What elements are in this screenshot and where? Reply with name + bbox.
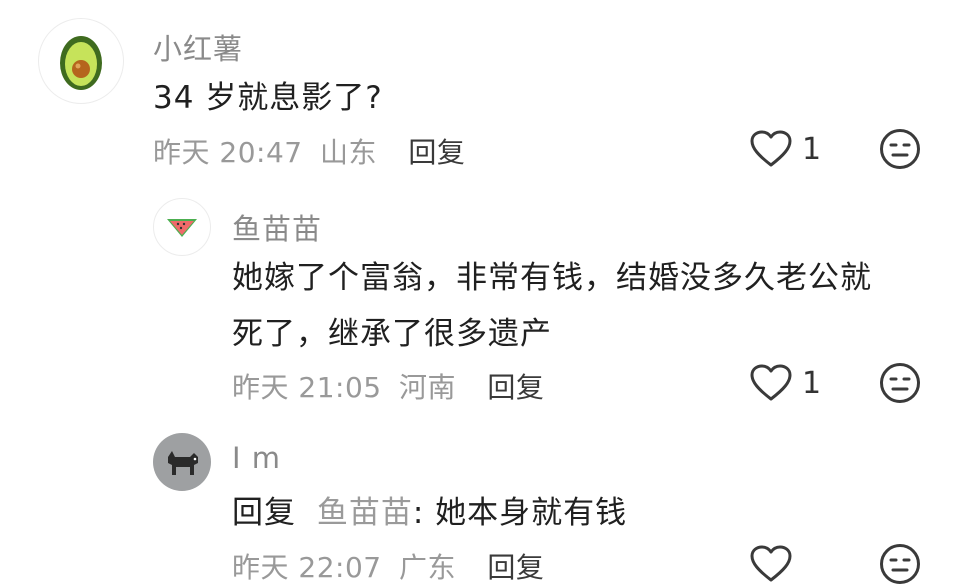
dog-icon — [168, 451, 198, 475]
comment-meta: 昨天 21:05 河南 回复 — [232, 366, 544, 406]
like-count: 1 — [802, 131, 822, 167]
comment-text-body: : 她本身就有钱 — [412, 495, 628, 531]
comment-text-line: 死了，继承了很多遗产 — [232, 316, 552, 352]
reply-button[interactable]: 回复 — [487, 371, 544, 404]
like-button[interactable]: 1 — [750, 364, 821, 402]
heart-icon — [750, 545, 792, 582]
comment-meta: 昨天 22:07 广东 回复 — [232, 546, 544, 586]
avatar[interactable] — [153, 433, 211, 491]
dislike-button[interactable] — [879, 543, 921, 585]
reply-button[interactable]: 回复 — [487, 551, 544, 584]
heart-icon — [750, 130, 792, 167]
like-count: 1 — [802, 365, 822, 401]
reply-button[interactable]: 回复 — [408, 136, 465, 169]
dislike-button[interactable] — [879, 362, 921, 404]
comment-text: 回复 鱼苗苗: 她本身就有钱 — [232, 485, 627, 541]
comment-text: 34 岁就息影了? — [153, 80, 383, 116]
neutral-face-icon — [880, 129, 920, 169]
comment-item: 小红薯 34 岁就息影了? 昨天 20:47 山东 回复 1 — [0, 0, 960, 190]
watermelon-icon — [167, 219, 197, 237]
reply-item: I m 回复 鱼苗苗: 她本身就有钱 昨天 22:07 广东 回复 — [0, 415, 960, 586]
comment-text: 她嫁了个富翁，非常有钱，结婚没多久老公就 死了，继承了很多遗产 — [232, 250, 932, 362]
dislike-button[interactable] — [879, 128, 921, 170]
like-button[interactable] — [750, 545, 802, 583]
comment-time: 昨天 20:47 — [153, 136, 303, 169]
comment-location: 广东 — [399, 551, 457, 584]
comment-meta: 昨天 20:47 山东 回复 — [153, 131, 465, 171]
neutral-face-icon — [880, 544, 920, 584]
comment-text-line: 她嫁了个富翁，非常有钱，结婚没多久老公就 — [232, 260, 872, 296]
heart-icon — [750, 364, 792, 401]
comment-location: 山东 — [320, 136, 378, 169]
reply-to-user[interactable]: 鱼苗苗 — [317, 495, 413, 531]
neutral-face-icon — [880, 363, 920, 403]
avocado-icon — [60, 36, 102, 90]
avatar[interactable] — [38, 18, 124, 104]
comment-location: 河南 — [399, 371, 457, 404]
avatar[interactable] — [153, 198, 211, 256]
reply-item: 鱼苗苗 她嫁了个富翁，非常有钱，结婚没多久老公就 死了，继承了很多遗产 昨天 2… — [0, 190, 960, 415]
reply-prefix: 回复 — [232, 495, 296, 531]
comment-time: 昨天 22:07 — [232, 551, 382, 584]
comment-author[interactable]: I m — [232, 441, 281, 475]
comment-author[interactable]: 鱼苗苗 — [232, 206, 322, 248]
comment-author[interactable]: 小红薯 — [153, 26, 243, 68]
like-button[interactable]: 1 — [750, 130, 821, 168]
comment-time: 昨天 21:05 — [232, 371, 382, 404]
